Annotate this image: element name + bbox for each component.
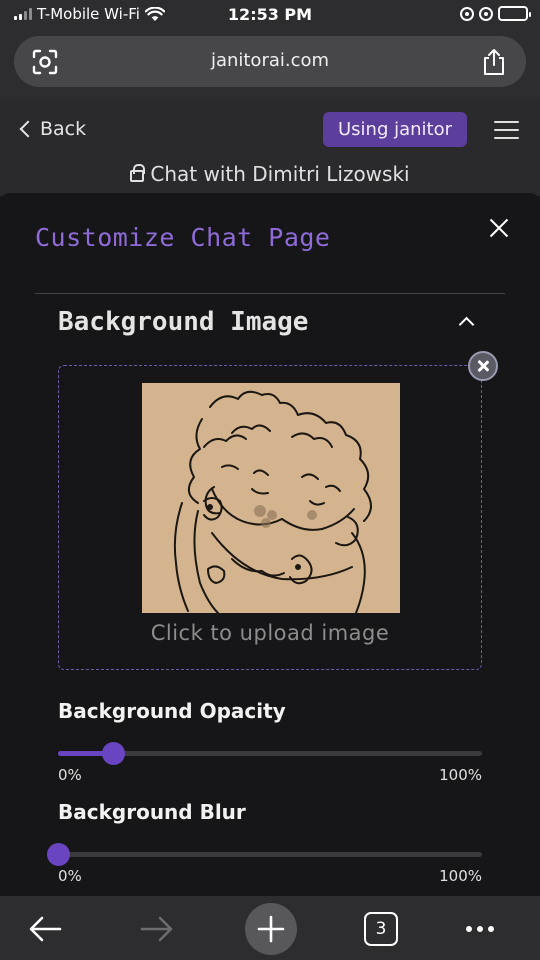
- opacity-range: 0% 100%: [58, 766, 482, 784]
- chat-title: Chat with Dimitri Lizowski: [0, 162, 540, 186]
- using-janitor-button[interactable]: Using janitor: [323, 112, 467, 147]
- close-icon[interactable]: [488, 217, 510, 239]
- address-bar[interactable]: janitorai.com: [14, 36, 526, 87]
- opacity-min: 0%: [58, 766, 82, 784]
- background-image-preview: [142, 383, 400, 613]
- battery-icon: [498, 6, 531, 21]
- site-header: Back Using janitor Chat with Dimitri Liz…: [0, 100, 540, 196]
- customize-modal: Customize Chat Page Background Image Cli…: [0, 193, 540, 896]
- section-title[interactable]: Background Image: [58, 307, 308, 337]
- blur-range: 0% 100%: [58, 867, 482, 885]
- opacity-slider-thumb[interactable]: [102, 742, 126, 765]
- screen-lock-icon: [460, 6, 474, 21]
- blur-slider[interactable]: [47, 843, 482, 866]
- status-bar: T-Mobile Wi-Fi 12:53 PM: [0, 0, 540, 32]
- arrow-left-icon[interactable]: [20, 904, 70, 954]
- status-icons: [460, 6, 531, 21]
- more-icon[interactable]: [466, 926, 494, 932]
- tabs-button[interactable]: 3: [364, 912, 398, 946]
- opacity-max: 100%: [439, 766, 482, 784]
- blur-label: Background Blur: [58, 800, 246, 824]
- menu-icon[interactable]: [494, 121, 519, 139]
- opacity-label: Background Opacity: [58, 699, 286, 723]
- status-time: 12:53 PM: [227, 5, 313, 24]
- blur-min: 0%: [58, 867, 82, 885]
- blur-slider-thumb[interactable]: [47, 843, 70, 866]
- lock-icon: [130, 164, 146, 182]
- chat-title-text: Chat with Dimitri Lizowski: [150, 162, 410, 186]
- browser-toolbar: 3: [0, 896, 540, 960]
- upload-label: Click to upload image: [150, 621, 390, 645]
- back-label: Back: [40, 118, 87, 140]
- url-text[interactable]: janitorai.com: [14, 50, 526, 71]
- browser-bar: janitorai.com: [0, 32, 540, 100]
- arrow-right-icon[interactable]: [132, 904, 182, 954]
- remove-image-icon[interactable]: [468, 351, 498, 381]
- share-icon[interactable]: [482, 48, 506, 76]
- back-button[interactable]: Back: [19, 118, 87, 140]
- opacity-slider[interactable]: [58, 742, 482, 765]
- blur-max: 100%: [439, 867, 482, 885]
- image-upload-area[interactable]: Click to upload image: [58, 365, 482, 670]
- sketch-illustration: [173, 390, 372, 613]
- alarm-icon: [479, 6, 493, 21]
- divider: [35, 293, 505, 294]
- modal-title: Customize Chat Page: [35, 223, 331, 252]
- plus-icon[interactable]: [245, 903, 297, 955]
- chevron-left-icon: [19, 120, 37, 138]
- chevron-up-icon[interactable]: [458, 316, 475, 333]
